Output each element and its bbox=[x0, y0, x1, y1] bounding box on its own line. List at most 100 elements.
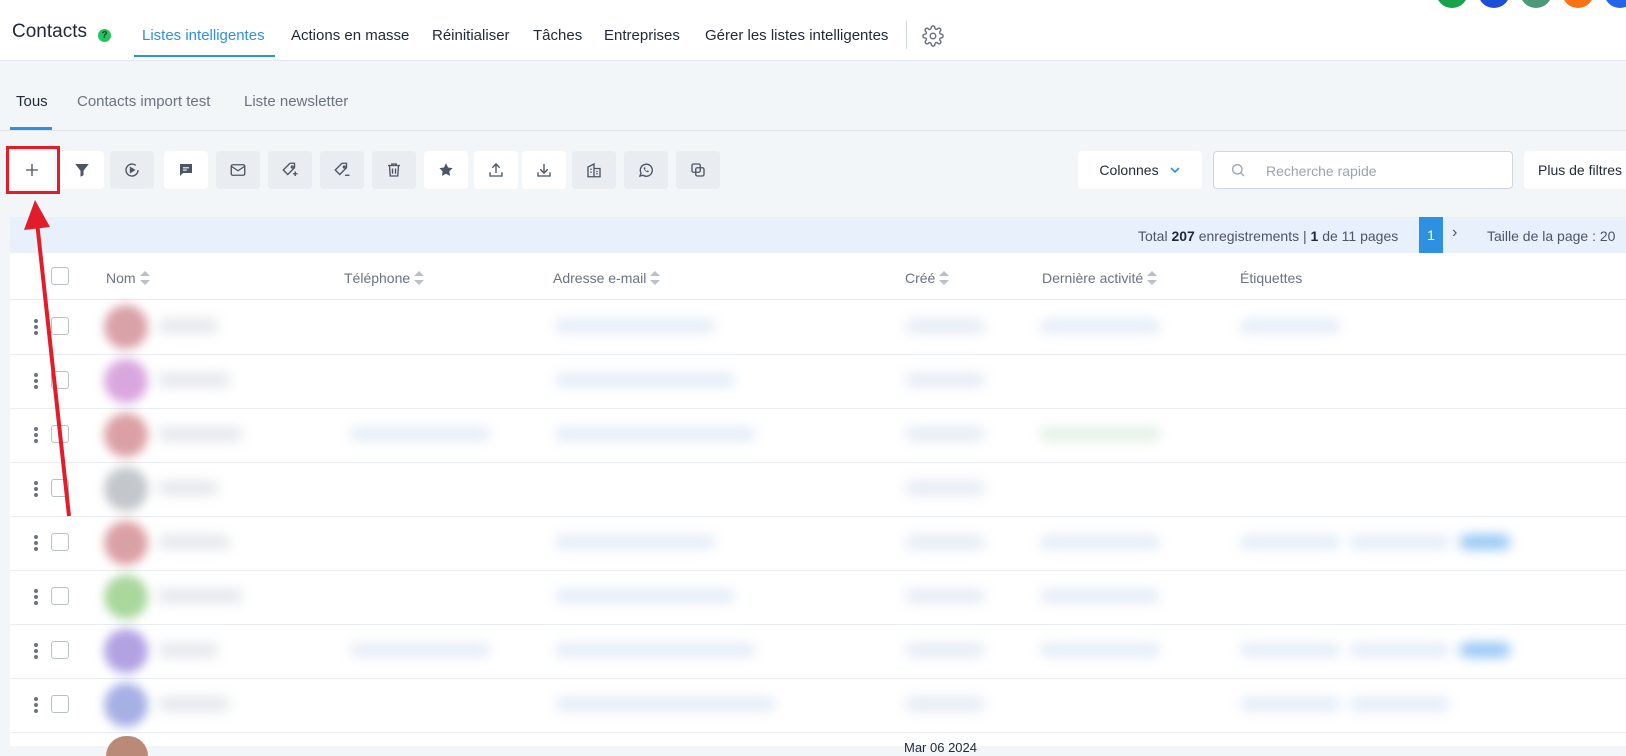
contact-name-blurred bbox=[158, 373, 230, 387]
column-header-telephone[interactable]: Téléphone bbox=[344, 270, 425, 286]
table-row[interactable] bbox=[10, 570, 1626, 625]
user-avatar[interactable] bbox=[1520, 0, 1552, 8]
email-blurred bbox=[555, 535, 715, 549]
tag-blurred bbox=[1460, 643, 1510, 657]
page-title: Contacts bbox=[12, 21, 87, 42]
user-avatar[interactable] bbox=[1478, 0, 1510, 8]
add-to-workflow-button[interactable] bbox=[110, 151, 154, 189]
row-actions-icon[interactable] bbox=[34, 373, 38, 391]
add-tag-button[interactable] bbox=[268, 151, 312, 189]
company-button[interactable] bbox=[572, 151, 616, 189]
contact-name-blurred bbox=[158, 697, 230, 711]
columns-label: Colonnes bbox=[1099, 162, 1159, 178]
subtab-liste-newsletter[interactable]: Liste newsletter bbox=[244, 93, 348, 110]
subtab-tous[interactable]: Tous bbox=[16, 93, 48, 110]
row-checkbox[interactable] bbox=[51, 371, 69, 389]
send-sms-button[interactable] bbox=[164, 151, 208, 189]
contact-name-blurred bbox=[158, 589, 242, 603]
table-row[interactable] bbox=[10, 408, 1626, 463]
avatar bbox=[104, 629, 148, 673]
row-checkbox[interactable] bbox=[51, 533, 69, 551]
user-avatar[interactable] bbox=[1604, 0, 1626, 8]
import-button[interactable] bbox=[522, 151, 566, 189]
table-header bbox=[10, 253, 1626, 300]
record-count: Total 207 enregistrements | 1 de 11 page… bbox=[1138, 228, 1399, 244]
duplicate-icon bbox=[691, 163, 705, 177]
tab-reinitialiser[interactable]: Réinitialiser bbox=[432, 27, 510, 44]
select-all-checkbox[interactable] bbox=[51, 267, 69, 285]
table-row[interactable] bbox=[10, 300, 1626, 355]
search-icon bbox=[1232, 164, 1245, 177]
tag-blurred bbox=[1240, 697, 1340, 711]
columns-dropdown[interactable]: Colonnes bbox=[1078, 151, 1202, 189]
row-checkbox[interactable] bbox=[51, 695, 69, 713]
row-actions-icon[interactable] bbox=[34, 481, 38, 499]
contact-name-blurred bbox=[158, 319, 218, 333]
merge-duplicates-button[interactable] bbox=[676, 151, 720, 189]
created-date-blurred bbox=[905, 589, 985, 603]
table-row[interactable] bbox=[10, 354, 1626, 409]
next-page-icon[interactable]: › bbox=[1452, 224, 1457, 242]
avatar bbox=[104, 467, 148, 511]
table-row[interactable] bbox=[10, 462, 1626, 517]
tab-taches[interactable]: Tâches bbox=[533, 27, 582, 44]
tab-gerer-listes[interactable]: Gérer les listes intelligentes bbox=[705, 27, 888, 44]
page-1-button[interactable]: 1 bbox=[1419, 217, 1443, 253]
column-header-nom[interactable]: Nom bbox=[106, 270, 150, 286]
whatsapp-button[interactable] bbox=[624, 151, 668, 189]
send-email-button[interactable] bbox=[216, 151, 260, 189]
help-icon[interactable]: ? bbox=[98, 29, 111, 42]
sms-icon bbox=[180, 164, 192, 176]
row-checkbox[interactable] bbox=[51, 317, 69, 335]
email-blurred bbox=[555, 589, 735, 603]
row-checkbox[interactable] bbox=[51, 425, 69, 443]
filter-icon bbox=[75, 164, 89, 177]
review-request-button[interactable] bbox=[424, 151, 468, 189]
avatar bbox=[104, 683, 148, 727]
tag-blurred bbox=[1460, 535, 1510, 549]
last-activity-blurred bbox=[1040, 589, 1160, 603]
column-header-cree[interactable]: Créé bbox=[905, 270, 950, 286]
user-avatar[interactable] bbox=[1436, 0, 1468, 8]
chevron-down-icon bbox=[1170, 167, 1180, 174]
avatar bbox=[104, 359, 148, 403]
phone-blurred bbox=[350, 643, 490, 657]
search-input[interactable] bbox=[1264, 160, 1498, 182]
row-actions-icon[interactable] bbox=[34, 589, 38, 607]
user-avatar[interactable] bbox=[1562, 0, 1594, 8]
row-actions-icon[interactable] bbox=[34, 427, 38, 445]
row-actions-icon[interactable] bbox=[34, 697, 38, 715]
tab-entreprises[interactable]: Entreprises bbox=[604, 27, 680, 44]
avatar bbox=[104, 521, 148, 565]
export-button[interactable] bbox=[474, 151, 518, 189]
remove-tag-button[interactable] bbox=[320, 151, 364, 189]
tab-actions-en-masse[interactable]: Actions en masse bbox=[291, 27, 409, 44]
tag-blurred bbox=[1240, 535, 1340, 549]
whatsapp-icon bbox=[638, 163, 653, 177]
email-blurred bbox=[555, 643, 755, 657]
sort-icon bbox=[139, 271, 150, 285]
tag-blurred bbox=[1350, 643, 1450, 657]
more-filters-button[interactable]: Plus de filtres bbox=[1524, 151, 1626, 189]
column-header-email[interactable]: Adresse e-mail bbox=[553, 270, 661, 286]
row-checkbox[interactable] bbox=[51, 641, 69, 659]
row-checkbox[interactable] bbox=[51, 587, 69, 605]
gear-icon[interactable] bbox=[922, 25, 944, 47]
filter-button[interactable] bbox=[60, 151, 104, 189]
row-checkbox[interactable] bbox=[51, 479, 69, 497]
row-actions-icon[interactable] bbox=[34, 319, 38, 337]
column-header-derniere-activite[interactable]: Dernière activité bbox=[1042, 270, 1158, 286]
email-icon bbox=[230, 164, 246, 176]
delete-button[interactable] bbox=[372, 151, 416, 189]
tab-listes-intelligentes[interactable]: Listes intelligentes bbox=[142, 27, 265, 44]
tag-blurred bbox=[1350, 535, 1450, 549]
sort-icon bbox=[939, 271, 950, 285]
page-size[interactable]: Taille de la page : 20 bbox=[1487, 228, 1615, 244]
created-date-blurred bbox=[905, 373, 985, 387]
quick-search[interactable] bbox=[1213, 151, 1513, 189]
subtab-contacts-import-test[interactable]: Contacts import test bbox=[77, 93, 210, 110]
row-actions-icon[interactable] bbox=[34, 535, 38, 553]
row-actions-icon[interactable] bbox=[34, 643, 38, 661]
nav-divider bbox=[906, 21, 907, 49]
avatar bbox=[104, 305, 148, 349]
